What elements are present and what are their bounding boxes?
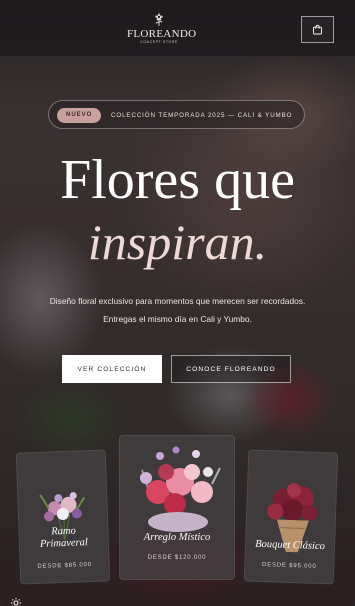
hero-title-italic: inspiran. <box>87 214 268 270</box>
product-name: Arreglo Místico <box>143 532 211 543</box>
product-card-ramo-primaveral[interactable]: Ramo Primaveral DESDE $85.000 <box>15 449 111 585</box>
product-card-arreglo-mistico[interactable]: Arreglo Místico DESDE $120.000 <box>119 435 235 580</box>
announcement-banner[interactable]: NUEVO COLECCIÓN TEMPORADA 2025 — CALI & … <box>48 100 305 129</box>
view-collection-button[interactable]: VER COLECCIÓN <box>62 355 162 383</box>
brand-tagline: CONCEPT STORE <box>140 40 178 44</box>
hero-description-line-1: Diseño floral exclusivo para momentos qu… <box>49 296 306 306</box>
flower-logo-icon <box>155 13 163 26</box>
brand-logo[interactable]: FLOREANDO CONCEPT STORE <box>127 11 197 47</box>
hero-title: Flores que <box>60 149 295 211</box>
site-header: FLOREANDO CONCEPT STORE <box>0 0 355 57</box>
gear-icon[interactable] <box>10 597 22 606</box>
shopping-bag-icon <box>313 24 322 35</box>
product-card-bouquet-clasico[interactable]: Bouquet Clásico DESDE $95.000 <box>243 449 339 585</box>
hero-description: Diseño floral exclusivo para momentos qu… <box>20 292 335 328</box>
brand-name: FLOREANDO <box>127 28 197 40</box>
arrangement-image <box>140 446 221 532</box>
product-name: Ramo Primaveral <box>19 524 108 551</box>
product-price: DESDE $120.000 <box>147 555 207 561</box>
cart-button[interactable] <box>301 16 334 43</box>
product-price: DESDE $95.000 <box>261 562 317 570</box>
about-floreando-button[interactable]: CONOCE FLOREANDO <box>171 355 291 383</box>
hero-description-line-2: Entregas el mismo día en Cali y Yumbo. <box>103 314 252 324</box>
new-badge: NUEVO <box>57 108 102 123</box>
product-name-line-2: Primaveral <box>39 537 89 550</box>
product-price: DESDE $85.000 <box>37 562 93 570</box>
announcement-text: COLECCIÓN TEMPORADA 2025 — CALI & YUMBO <box>111 112 293 119</box>
page: FLOREANDO CONCEPT STORE NUEVO COLECCIÓN … <box>0 0 355 606</box>
